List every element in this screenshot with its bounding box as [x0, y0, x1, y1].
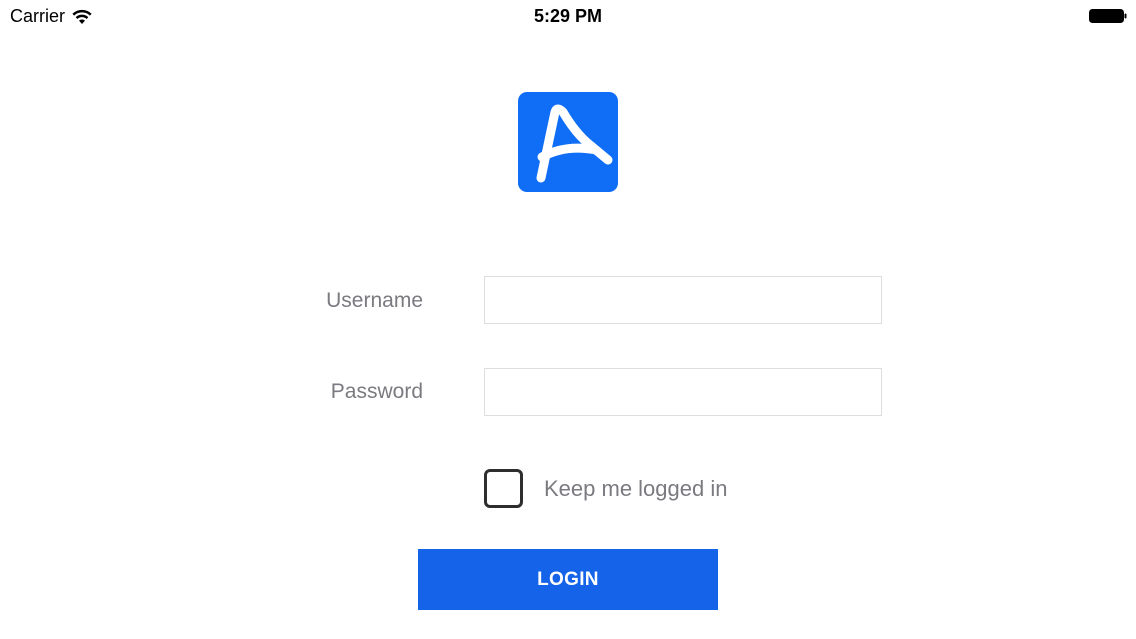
status-time: 5:29 PM [533, 6, 603, 26]
keep-logged-in-checkbox[interactable] [484, 469, 523, 508]
username-label: Username [326, 289, 423, 312]
letter-a-logo-icon [536, 104, 613, 183]
keep-logged-in-label[interactable]: Keep me logged in [544, 476, 727, 502]
login-screen: Carrier 5:29 PM Username Password Keep m… [0, 0, 1136, 639]
password-label: Password [330, 380, 423, 403]
username-input[interactable] [484, 276, 882, 324]
app-logo [518, 92, 618, 192]
status-bar: Carrier 5:29 PM [0, 0, 1136, 32]
battery-icon [1089, 9, 1127, 23]
password-input[interactable] [484, 368, 882, 416]
login-button[interactable]: LOGIN [418, 549, 718, 610]
